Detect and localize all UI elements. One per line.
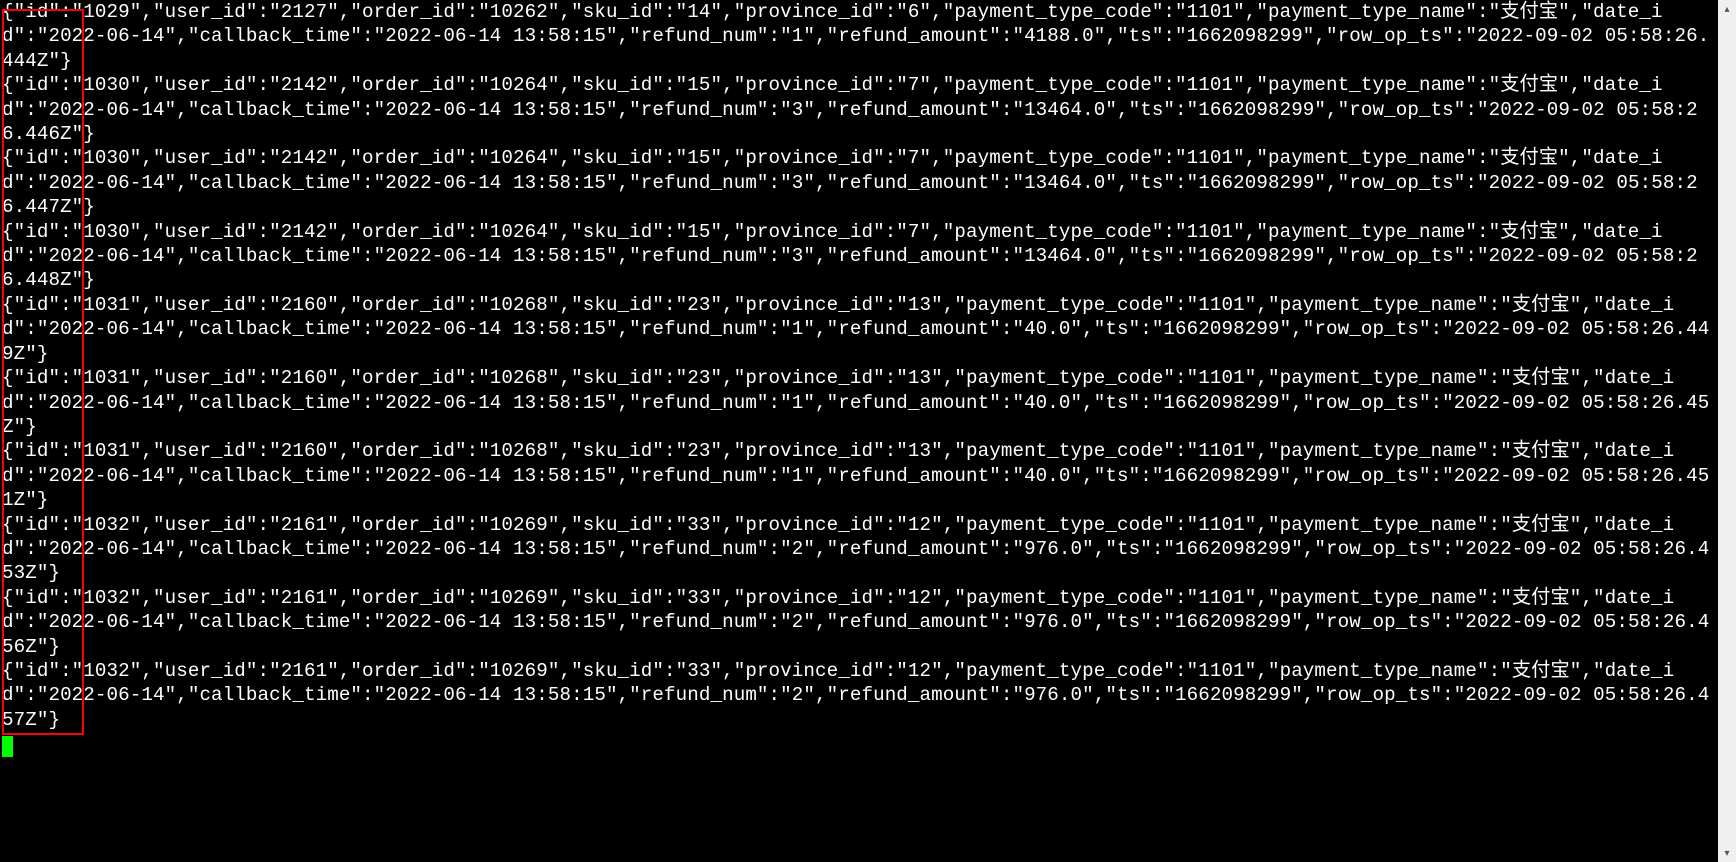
terminal-cursor — [2, 736, 13, 757]
scrollbar-track[interactable] — [1718, 18, 1736, 844]
terminal-output[interactable]: {"id":"1029","user_id":"2127","order_id"… — [0, 0, 1718, 862]
scroll-up-arrow-icon[interactable]: ▴ — [1718, 0, 1736, 18]
scroll-down-arrow-icon[interactable]: ▾ — [1718, 844, 1736, 862]
vertical-scrollbar[interactable]: ▴ ▾ — [1718, 0, 1736, 862]
